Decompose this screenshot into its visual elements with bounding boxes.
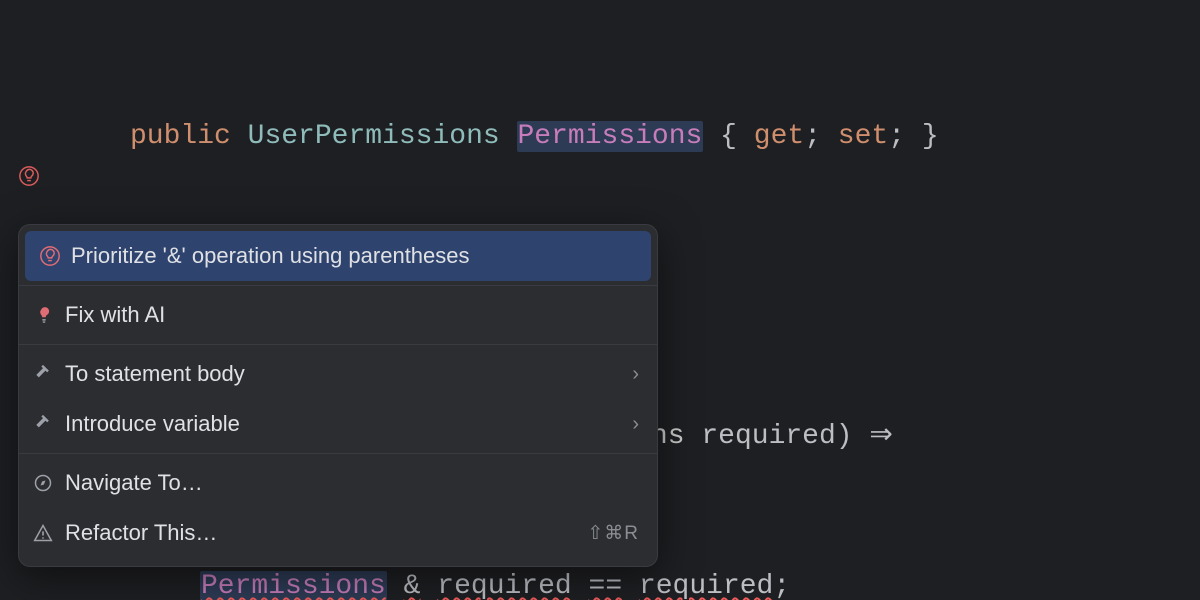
menu-separator: [19, 344, 657, 345]
intention-bulb-icon[interactable]: [18, 165, 40, 187]
identifier-required: required: [437, 571, 571, 600]
bulb-alert-icon: [33, 304, 65, 326]
action-label: Refactor This…: [65, 520, 587, 546]
arrow-token: ⇒: [869, 421, 892, 452]
keyboard-shortcut: ⇧⌘R: [587, 522, 639, 545]
code-line[interactable]: Permissions & required == required;: [130, 562, 1147, 600]
keyword-set: set: [838, 121, 888, 152]
action-label: Introduce variable: [65, 411, 632, 437]
hammer-icon: [33, 364, 65, 384]
hammer-icon: [33, 414, 65, 434]
chevron-right-icon: ›: [632, 363, 639, 386]
code-line[interactable]: public UserPermissions Permissions { get…: [130, 112, 1147, 162]
identifier-permissions: Permissions: [200, 571, 387, 600]
property-name: Permissions: [517, 121, 704, 152]
param-name: required: [701, 421, 835, 452]
intention-actions-popup[interactable]: Prioritize '&' operation using parenthes…: [18, 224, 658, 567]
chevron-right-icon: ›: [632, 413, 639, 436]
identifier-required: required: [639, 571, 773, 600]
action-fix-with-ai[interactable]: Fix with AI: [19, 290, 657, 340]
type-name: UserPermissions: [248, 121, 500, 152]
action-label: Navigate To…: [65, 470, 639, 496]
menu-separator: [19, 453, 657, 454]
action-label: To statement body: [65, 361, 632, 387]
keyword-get: get: [754, 121, 804, 152]
lightbulb-icon: [18, 165, 40, 187]
lightbulb-icon: [39, 245, 71, 267]
action-introduce-variable[interactable]: Introduce variable ›: [19, 399, 657, 449]
compass-icon: [33, 473, 65, 493]
action-label: Fix with AI: [65, 302, 639, 328]
code-editor[interactable]: public UserPermissions Permissions { get…: [0, 0, 1200, 600]
action-to-statement-body[interactable]: To statement body ›: [19, 349, 657, 399]
action-prioritize-parentheses[interactable]: Prioritize '&' operation using parenthes…: [25, 231, 651, 281]
action-label: Prioritize '&' operation using parenthes…: [71, 243, 633, 269]
menu-separator: [19, 285, 657, 286]
operator-amp: &: [404, 571, 421, 600]
action-navigate-to[interactable]: Navigate To…: [19, 458, 657, 508]
operator-eq: ==: [589, 571, 623, 600]
keyword-public: public: [130, 121, 231, 152]
warning-triangle-icon: [33, 523, 65, 543]
action-refactor-this[interactable]: Refactor This… ⇧⌘R: [19, 508, 657, 558]
